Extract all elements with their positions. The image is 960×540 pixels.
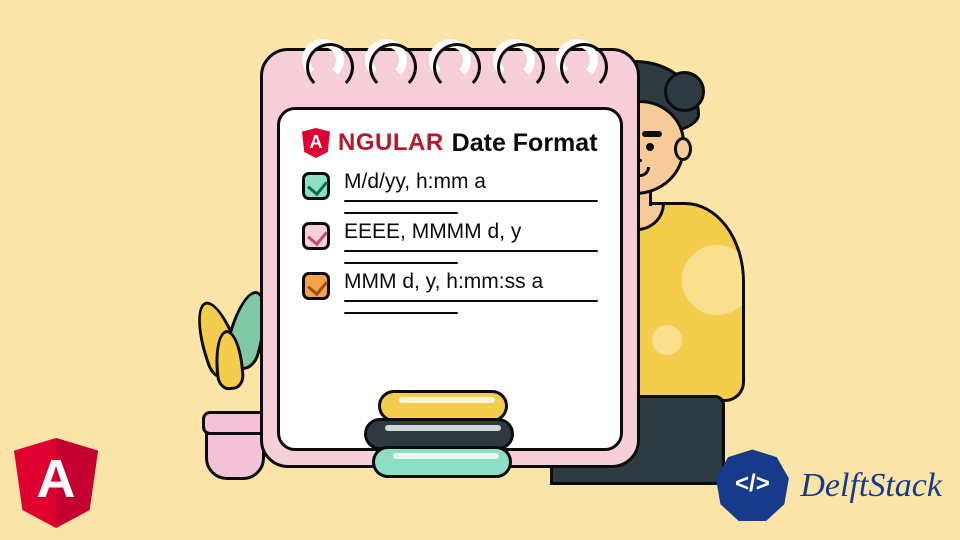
angular-icon: A (302, 128, 330, 158)
checkbox-icon (302, 172, 330, 200)
delftstack-brand: </> DelftStack (714, 448, 942, 524)
angular-logo: A (14, 438, 98, 528)
format-string: EEEE, MMMM d, y (344, 220, 598, 244)
plant-pot (205, 420, 265, 480)
delftstack-badge-icon: </> (714, 448, 790, 524)
format-string: MMM d, y, h:mm:ss a (344, 270, 598, 294)
books-illustration (358, 394, 518, 478)
delftstack-wordmark: DelftStack (800, 467, 942, 505)
checkbox-icon (302, 222, 330, 250)
notepad-paper: A NGULAR Date Format M/d/yy, h:mm a EEEE… (277, 107, 623, 451)
list-item: MMM d, y, h:mm:ss a (302, 270, 598, 314)
title-text: Date Format (452, 129, 598, 158)
list-item: EEEE, MMMM d, y (302, 220, 598, 264)
page-title: A NGULAR Date Format (302, 128, 598, 158)
angular-wordmark: NGULAR (338, 129, 444, 157)
notepad: A NGULAR Date Format M/d/yy, h:mm a EEEE… (260, 48, 640, 468)
list-item: M/d/yy, h:mm a (302, 170, 598, 214)
format-string: M/d/yy, h:mm a (344, 170, 598, 194)
notepad-rings (263, 39, 637, 81)
checkbox-icon (302, 272, 330, 300)
